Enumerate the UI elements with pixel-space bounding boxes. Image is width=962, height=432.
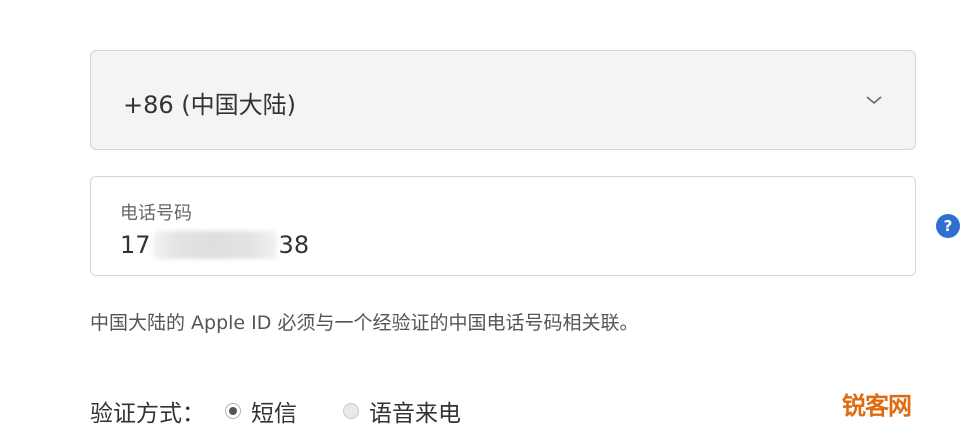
radio-selected-icon[interactable]	[225, 403, 241, 419]
phone-number-label: 电话号码	[120, 203, 192, 224]
chevron-down-icon	[866, 96, 882, 105]
radio-sms-label: 短信	[251, 401, 297, 427]
radio-sms[interactable]: 短信	[225, 394, 297, 428]
verification-method: 验证方式： 短信 语音来电	[90, 394, 461, 428]
country-code-value: +86 (中国大陆)	[123, 91, 297, 119]
radio-voice-label: 语音来电	[369, 401, 461, 427]
site-watermark: 锐客网	[842, 392, 912, 420]
country-code-select[interactable]: +86 (中国大陆)	[90, 50, 916, 150]
phone-number-prefix: 17	[120, 231, 151, 259]
phone-number-value: 17 38	[120, 229, 309, 261]
radio-voice-call[interactable]: 语音来电	[343, 394, 461, 428]
phone-number-suffix: 38	[278, 231, 310, 259]
phone-number-field[interactable]: 电话号码 17 38	[90, 176, 916, 276]
question-icon[interactable]: ?	[936, 214, 960, 238]
verification-label: 验证方式：	[90, 401, 205, 427]
phone-number-mask	[152, 231, 277, 259]
radio-unselected-icon[interactable]	[343, 403, 359, 419]
apple-id-note: 中国大陆的 Apple ID 必须与一个经验证的中国电话号码相关联。	[90, 312, 639, 334]
